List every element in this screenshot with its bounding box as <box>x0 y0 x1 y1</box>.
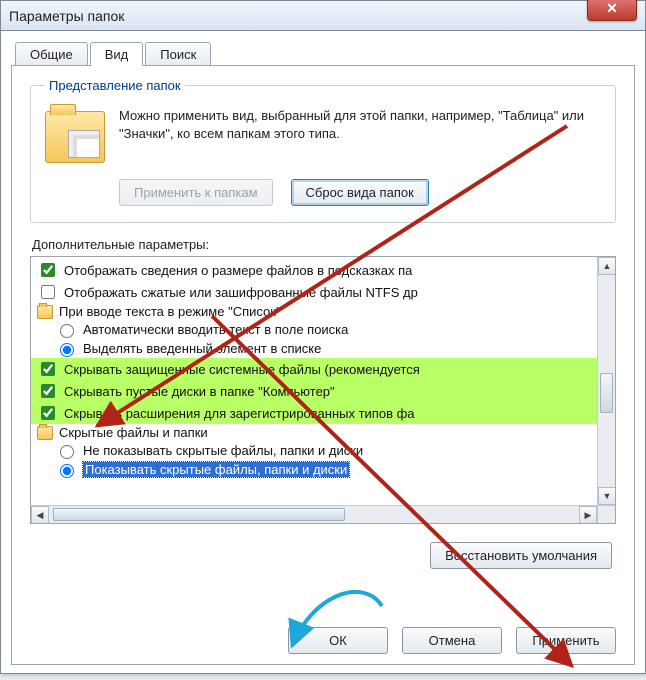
setting-label: Показывать скрытые файлы, папки и диски <box>83 462 349 477</box>
scroll-corner <box>597 505 615 523</box>
vertical-scrollbar[interactable]: ▲ ▼ <box>597 257 615 505</box>
advanced-label: Дополнительные параметры: <box>32 237 622 252</box>
setting-row[interactable]: Выделять введенный элемент в списке <box>31 339 597 358</box>
scroll-right-icon[interactable]: ▶ <box>579 506 597 524</box>
setting-row[interactable]: Скрывать пустые диски в папке "Компьютер… <box>31 380 597 402</box>
close-icon: ✕ <box>606 0 618 17</box>
setting-radio[interactable] <box>60 324 74 338</box>
setting-label: Автоматически вводить текст в поле поиск… <box>83 322 348 337</box>
close-button[interactable]: ✕ <box>587 0 637 21</box>
scroll-up-icon[interactable]: ▲ <box>598 257 616 275</box>
setting-label: Не показывать скрытые файлы, папки и дис… <box>83 443 363 458</box>
folder-views-legend: Представление папок <box>45 78 185 93</box>
setting-radio[interactable] <box>60 464 74 478</box>
setting-row[interactable]: Показывать скрытые файлы, папки и диски <box>31 460 597 479</box>
folder-node-icon <box>37 305 53 319</box>
setting-row[interactable]: Скрывать защищенные системные файлы (рек… <box>31 358 597 380</box>
ok-button[interactable]: ОК <box>288 627 388 654</box>
folder-views-description: Можно применить вид, выбранный для этой … <box>119 107 601 163</box>
setting-row[interactable]: Отображать сжатые или зашифрованные файл… <box>31 281 597 303</box>
cancel-button[interactable]: Отмена <box>402 627 502 654</box>
scroll-left-icon[interactable]: ◀ <box>31 506 49 524</box>
setting-row[interactable]: Скрывать расширения для зарегистрированн… <box>31 402 597 424</box>
setting-checkbox[interactable] <box>41 384 55 398</box>
setting-label: Отображать сжатые или зашифрованные файл… <box>64 285 418 300</box>
titlebar: Параметры папок ✕ <box>1 1 645 31</box>
folder-views-group: Представление папок Можно применить вид,… <box>30 78 616 223</box>
setting-row[interactable]: Отображать сведения о размере файлов в п… <box>31 259 597 281</box>
folder-node-icon <box>37 426 53 440</box>
vscroll-thumb[interactable] <box>600 373 613 413</box>
tab-general[interactable]: Общие <box>15 42 88 66</box>
setting-row[interactable]: При вводе текста в режиме "Список" <box>31 303 597 320</box>
setting-checkbox[interactable] <box>41 285 55 299</box>
hscroll-thumb[interactable] <box>53 508 345 521</box>
scroll-down-icon[interactable]: ▼ <box>598 487 616 505</box>
reset-folder-view-button[interactable]: Сброс вида папок <box>291 179 429 206</box>
client-area: Общие Вид Поиск Представление папок Можн… <box>1 31 645 673</box>
setting-row[interactable]: Не показывать скрытые файлы, папки и дис… <box>31 441 597 460</box>
setting-label: Скрывать пустые диски в папке "Компьютер… <box>64 384 335 399</box>
setting-checkbox[interactable] <box>41 362 55 376</box>
apply-button[interactable]: Применить <box>516 627 616 654</box>
setting-label: Скрывать защищенные системные файлы (рек… <box>64 362 420 377</box>
folder-options-dialog: Параметры папок ✕ Общие Вид Поиск Предст… <box>0 0 646 674</box>
setting-label: Скрытые файлы и папки <box>59 425 208 440</box>
apply-to-folders-button: Применить к папкам <box>119 179 273 206</box>
setting-label: Отображать сведения о размере файлов в п… <box>64 263 412 278</box>
setting-checkbox[interactable] <box>41 406 55 420</box>
tab-view[interactable]: Вид <box>90 42 144 66</box>
setting-label: При вводе текста в режиме "Список" <box>59 304 281 319</box>
tab-panel-view: Представление папок Можно применить вид,… <box>11 65 635 665</box>
folder-icon <box>45 111 105 163</box>
advanced-settings-list[interactable]: Отображать сведения о размере файлов в п… <box>30 256 616 524</box>
setting-checkbox[interactable] <box>41 263 55 277</box>
horizontal-scrollbar[interactable]: ◀ ▶ <box>31 505 597 523</box>
window-title: Параметры папок <box>9 8 124 24</box>
setting-label: Выделять введенный элемент в списке <box>83 341 321 356</box>
setting-radio[interactable] <box>60 445 74 459</box>
restore-defaults-button[interactable]: Восстановить умолчания <box>430 542 612 569</box>
setting-radio[interactable] <box>60 343 74 357</box>
setting-row[interactable]: Автоматически вводить текст в поле поиск… <box>31 320 597 339</box>
dialog-buttons: ОК Отмена Применить <box>24 615 622 654</box>
setting-label: Скрывать расширения для зарегистрированн… <box>64 406 415 421</box>
setting-row[interactable]: Скрытые файлы и папки <box>31 424 597 441</box>
tab-search[interactable]: Поиск <box>145 42 211 66</box>
tab-strip: Общие Вид Поиск <box>15 41 635 65</box>
